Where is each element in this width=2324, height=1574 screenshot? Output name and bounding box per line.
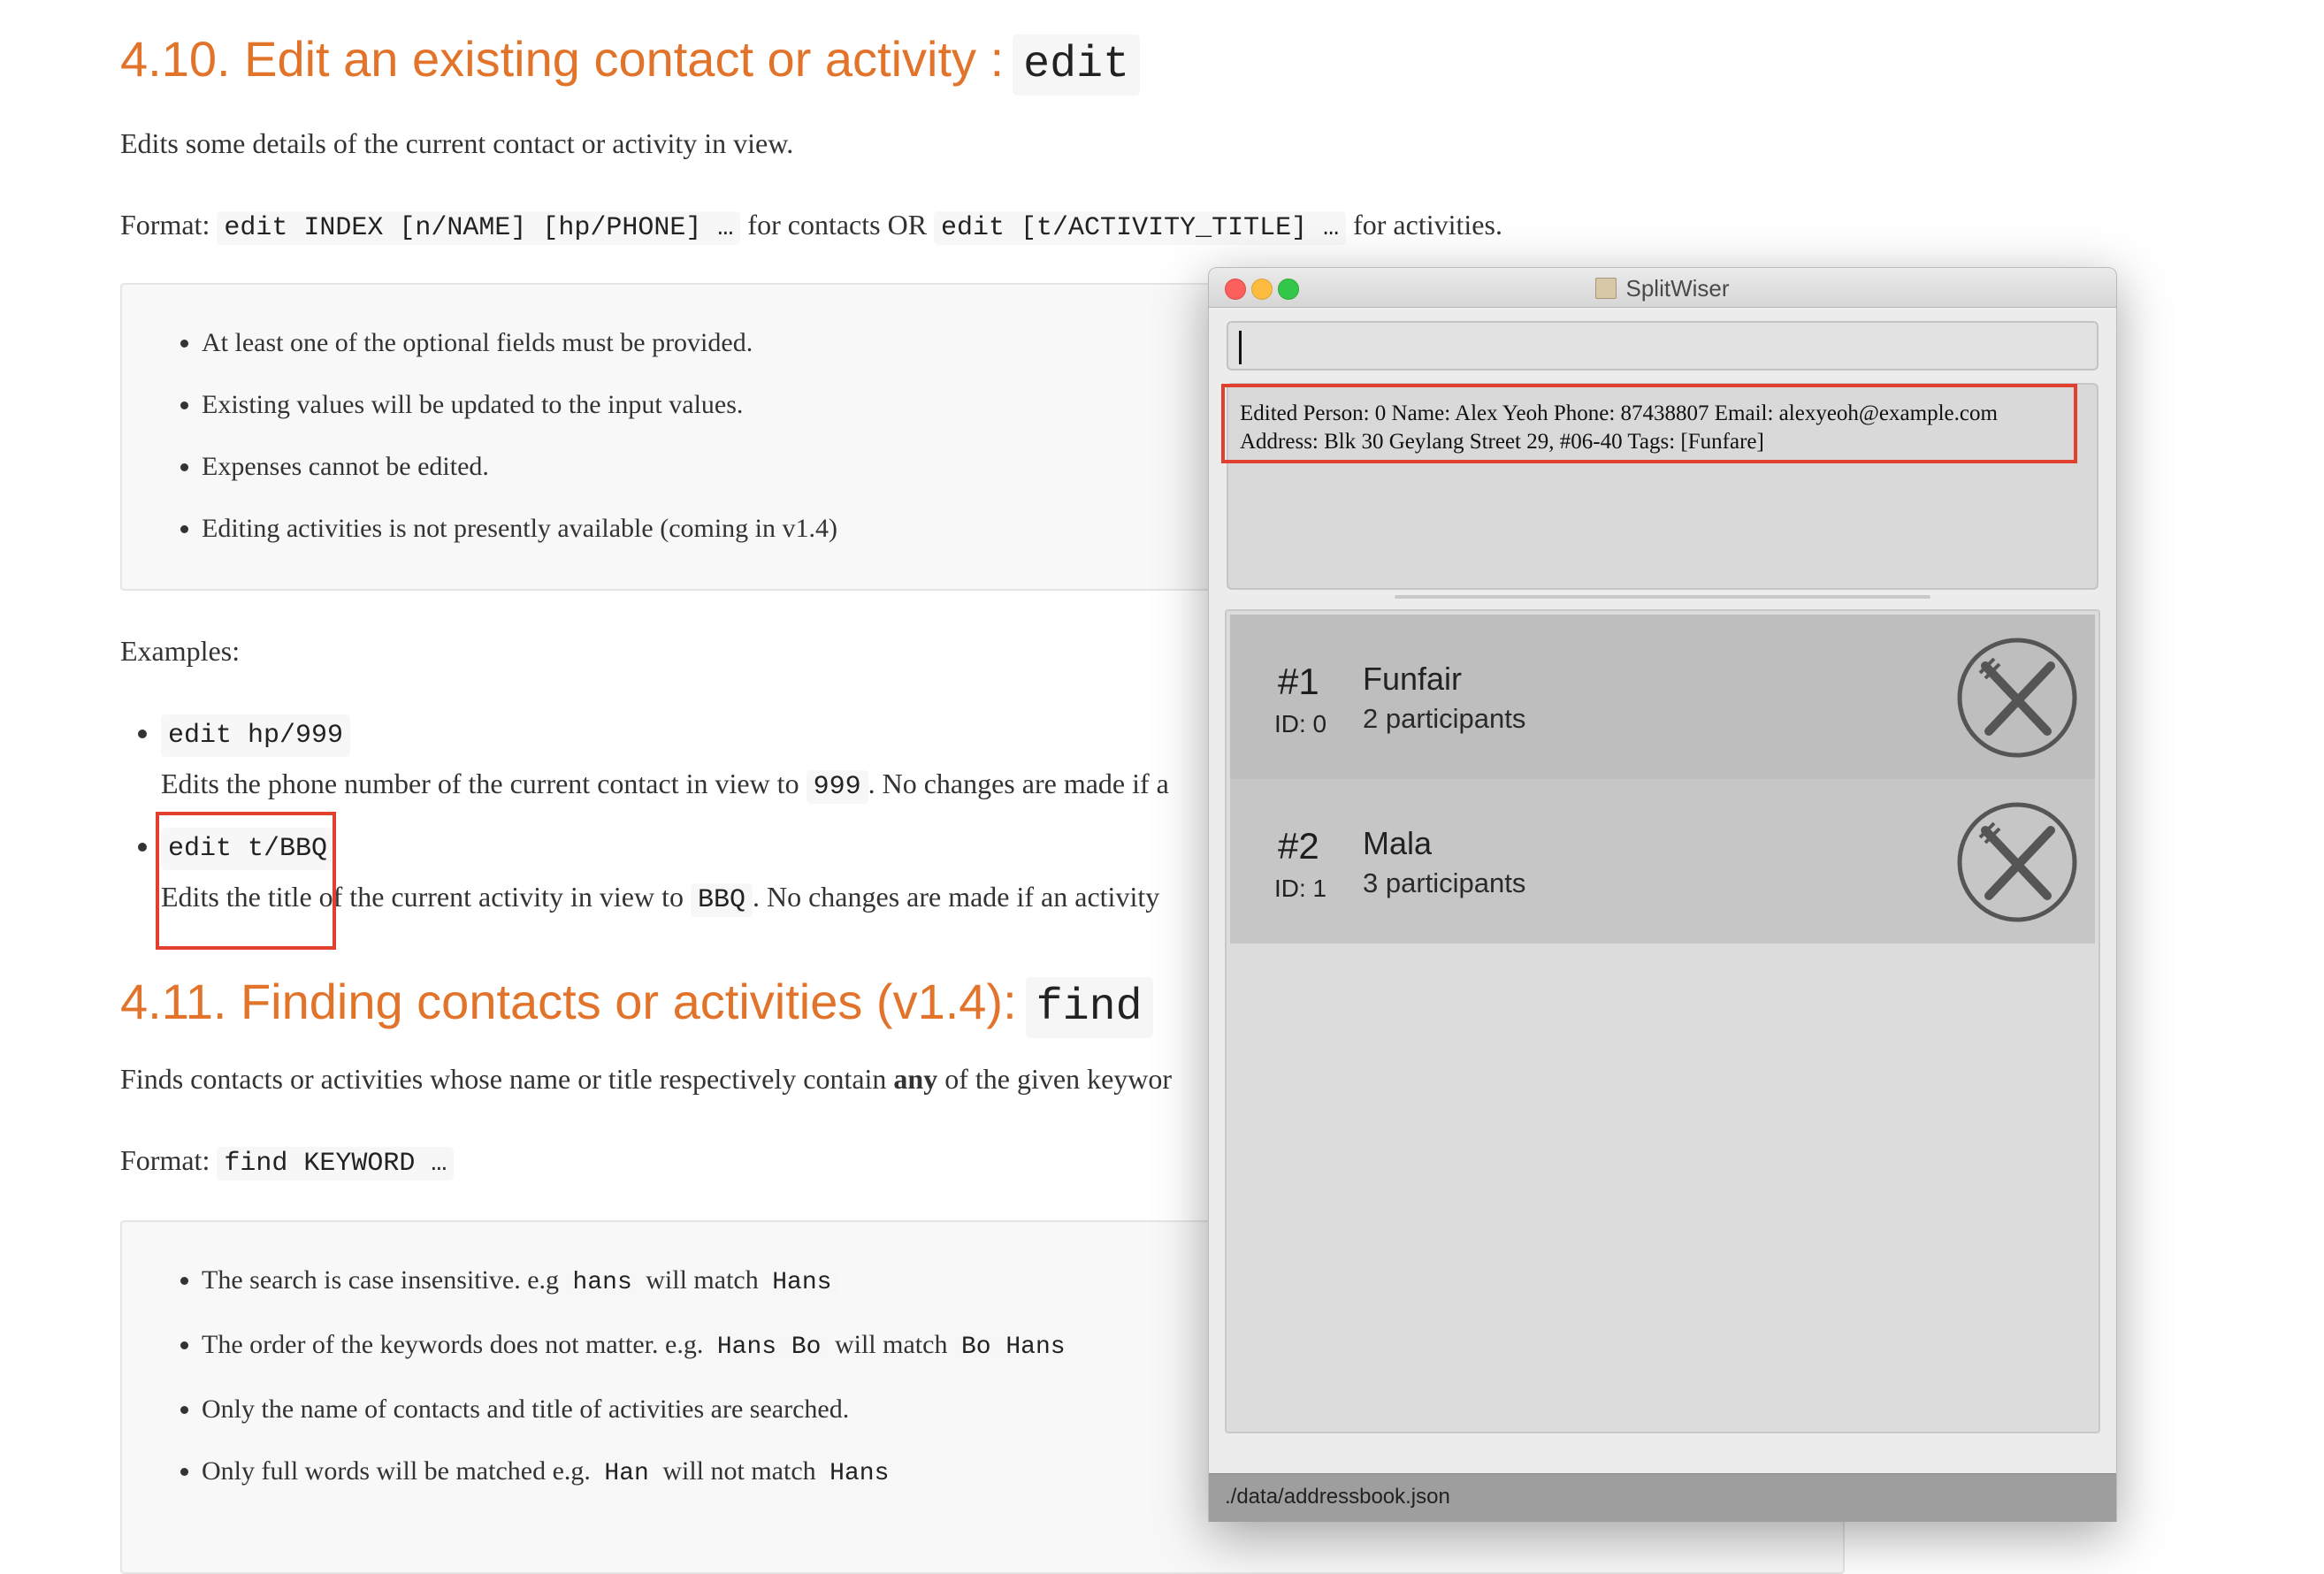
activity-index: #1 xyxy=(1278,661,1319,702)
activity-card[interactable]: #1 ID: 0 Funfair 2 participants xyxy=(1230,615,2095,779)
format-code-contacts: edit INDEX [n/NAME] [hp/PHONE] … xyxy=(217,211,741,245)
example-desc-text: Edits the phone number of the current co… xyxy=(161,768,799,799)
intro-tail: of the given keywor xyxy=(944,1063,1173,1095)
fork-knife-icon xyxy=(1957,802,2077,922)
split-pane-divider[interactable] xyxy=(1395,595,1930,599)
window-title-text: SplitWiser xyxy=(1625,275,1730,302)
section-intro: Finds contacts or activities whose name … xyxy=(120,1059,1172,1098)
activity-participants: 2 participants xyxy=(1363,703,1526,734)
app-icon xyxy=(1595,278,1617,299)
note-text: The search is case insensitive. e.g xyxy=(202,1265,560,1295)
text-caret xyxy=(1239,331,1242,364)
format-label: Format: xyxy=(120,209,210,241)
format-code-activities: edit [t/ACTIVITY_TITLE] … xyxy=(934,211,1347,245)
command-input[interactable] xyxy=(1227,321,2098,371)
example-desc-code: 999 xyxy=(806,770,868,804)
note-code: Bo Hans xyxy=(953,1332,1073,1363)
format-line: Format: edit INDEX [n/NAME] [hp/PHONE] …… xyxy=(120,205,1502,248)
activity-title: Mala xyxy=(1363,825,1433,861)
format-line: Format: find KEYWORD … xyxy=(120,1141,455,1183)
note-text: will match xyxy=(834,1330,948,1359)
example-item: edit hp/999 Edits the phone number of th… xyxy=(161,713,1169,806)
example-desc-code: BBQ xyxy=(690,883,753,917)
section-heading-text: 4.11. Finding contacts or activities (v1… xyxy=(120,974,1017,1029)
annotation-highlight-box xyxy=(1221,384,2077,463)
status-bar: ./data/addressbook.json xyxy=(1209,1473,2116,1522)
example-desc-tail: . No changes are made if a xyxy=(868,768,1169,799)
note-text: The order of the keywords does not matte… xyxy=(202,1330,704,1359)
fork-knife-icon xyxy=(1957,638,2077,758)
section-heading-text: 4.10. Edit an existing contact or activi… xyxy=(120,31,1005,87)
section-intro: Edits some details of the current contac… xyxy=(120,127,794,159)
section-heading-edit: 4.10. Edit an existing contact or activi… xyxy=(120,28,1141,96)
example-description: Edits the phone number of the current co… xyxy=(161,764,1169,806)
activity-index: #2 xyxy=(1278,825,1319,867)
format-middle-text: for contacts OR xyxy=(747,209,928,241)
activity-card[interactable]: #2 ID: 1 Mala 3 participants xyxy=(1230,779,2095,944)
section-heading-code: find xyxy=(1025,977,1153,1038)
example-desc-tail: . No changes are made if an activity xyxy=(752,881,1160,913)
intro-bold-word: any xyxy=(893,1063,938,1095)
example-list: edit hp/999 Edits the phone number of th… xyxy=(120,713,1169,806)
activity-id: ID: 0 xyxy=(1274,710,1327,737)
note-text: Only full words will be matched e.g. xyxy=(202,1456,591,1486)
note-text: Only the name of contacts and title of a… xyxy=(202,1394,850,1424)
section-heading-find: 4.11. Finding contacts or activities (v1… xyxy=(120,971,1153,1039)
activity-participants: 3 participants xyxy=(1363,867,1526,898)
note-code: Hans xyxy=(765,1267,839,1298)
note-code: Hans Bo xyxy=(709,1332,829,1363)
intro-text: Finds contacts or activities whose name … xyxy=(120,1063,887,1095)
status-file-path: ./data/addressbook.json xyxy=(1225,1485,1450,1509)
examples-label: Examples: xyxy=(120,635,241,667)
activity-list[interactable]: #1 ID: 0 Funfair 2 participants #2 ID: 1… xyxy=(1225,609,2100,1433)
section-heading-code: edit xyxy=(1013,34,1141,96)
note-text: will not match xyxy=(662,1456,816,1486)
activity-id: ID: 1 xyxy=(1274,875,1327,902)
note-text: will match xyxy=(646,1265,759,1295)
format-code: find KEYWORD … xyxy=(217,1147,455,1180)
activity-title: Funfair xyxy=(1363,661,1463,697)
format-end-text: for activities. xyxy=(1353,209,1502,241)
format-label: Format: xyxy=(120,1144,210,1176)
title-bar[interactable]: SplitWiser xyxy=(1209,268,2116,308)
note-code: Hans xyxy=(822,1458,897,1489)
annotation-highlight-box xyxy=(156,812,336,950)
window-title: SplitWiser xyxy=(1209,275,2116,302)
example-command: edit hp/999 xyxy=(161,714,351,757)
note-code: Han xyxy=(597,1458,656,1489)
note-code: hans xyxy=(565,1267,639,1298)
